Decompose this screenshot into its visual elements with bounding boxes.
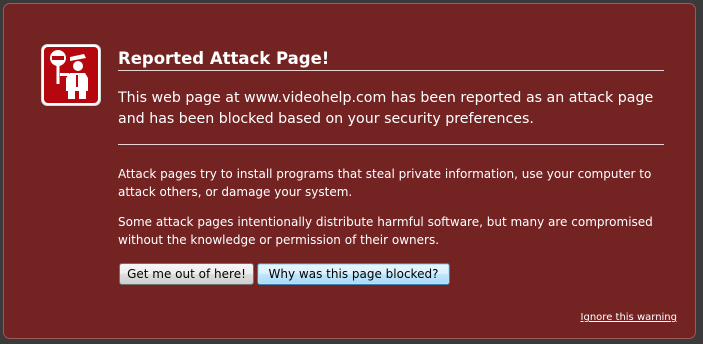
- why-blocked-button[interactable]: Why was this page blocked?: [257, 263, 450, 285]
- warning-summary: This web page at www.videohelp.com has b…: [118, 90, 654, 127]
- summary-divider: [118, 144, 664, 145]
- title-divider: [118, 70, 664, 71]
- get-me-out-button[interactable]: Get me out of here!: [119, 263, 254, 285]
- police-officer-stop-icon: [41, 44, 101, 106]
- page-title: Reported Attack Page!: [118, 49, 330, 68]
- attack-description: Attack pages try to install programs tha…: [118, 167, 652, 199]
- attack-warning-panel: Reported Attack Page! This web page at w…: [3, 3, 696, 339]
- ignore-warning-link[interactable]: Ignore this warning: [581, 312, 677, 323]
- compromised-description: Some attack pages intentionally distribu…: [118, 215, 653, 247]
